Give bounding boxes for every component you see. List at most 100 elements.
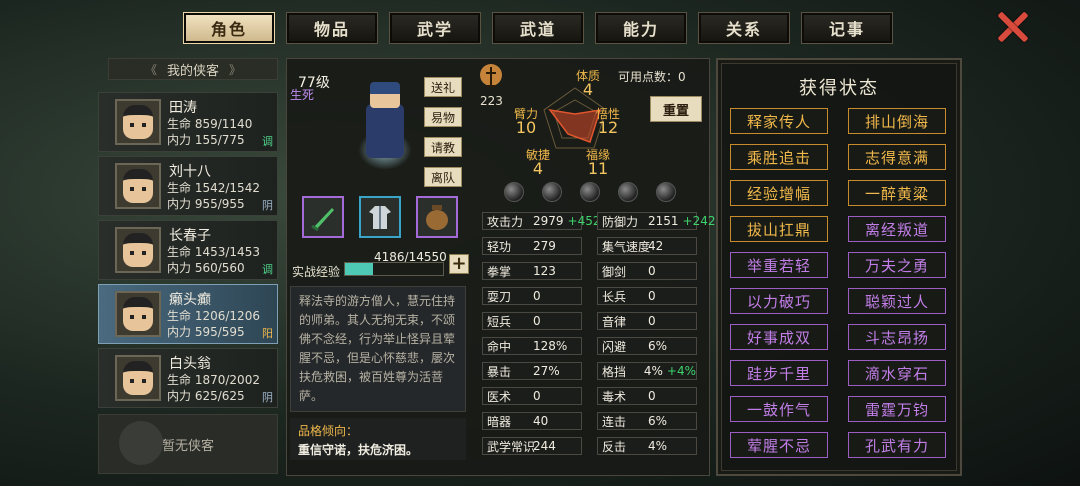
stat-value: 0 — [648, 389, 656, 403]
reset-button[interactable]: 重置 — [650, 96, 702, 122]
status-badge[interactable]: 聪颖过人 — [848, 288, 946, 314]
gem-slot-5[interactable] — [656, 182, 676, 202]
trade-button[interactable]: 易物 — [424, 107, 462, 127]
stat-name: 连击 — [602, 414, 627, 429]
hero-tag: 阳 — [262, 327, 273, 340]
hero-card[interactable]: 刘十八 生命 1542/1542 内力 955/955 阴 — [98, 156, 278, 216]
status-badge[interactable]: 志得意满 — [848, 144, 946, 170]
figure-icon — [480, 64, 502, 87]
robe-icon — [369, 206, 391, 229]
stat-row: 暴击 27% — [482, 362, 582, 380]
hp-label: 生命 — [167, 117, 192, 131]
avatar — [115, 291, 161, 337]
hp-label: 生命 — [167, 181, 192, 195]
status-badge[interactable]: 好事成双 — [730, 324, 828, 350]
status-badge[interactable]: 举重若轻 — [730, 252, 828, 278]
weapon-slot[interactable] — [302, 196, 344, 238]
character-sect: 生死 — [290, 88, 315, 102]
hero-card[interactable]: 长春子 生命 1453/1453 内力 560/560 调 — [98, 220, 278, 280]
right-arrow-icon[interactable]: 》 — [229, 61, 241, 78]
status-badge[interactable]: 跬步千里 — [730, 360, 828, 386]
mp-value: 155/775 — [194, 133, 245, 147]
stat-value: 0 — [648, 289, 656, 303]
trait-box: 品格倾向： 重信守诺，扶危济困。 — [290, 418, 466, 460]
hero-card[interactable]: 癞头癫 生命 1206/1206 内力 595/595 阳 — [98, 284, 278, 344]
tab-dao[interactable]: 武道 — [492, 12, 584, 44]
stat-value: 4% — [643, 364, 663, 378]
hp-label: 生命 — [167, 309, 192, 323]
gem-slot-3[interactable] — [580, 182, 600, 202]
status-badge[interactable]: 孔武有力 — [848, 432, 946, 458]
armor-slot[interactable] — [359, 196, 401, 238]
trait-text: 重信守诺，扶危济困。 — [298, 443, 419, 457]
stat-value: 279 — [533, 239, 556, 253]
tab-role[interactable]: 角色 — [183, 12, 275, 44]
stat-name: 集气速度 — [602, 239, 651, 254]
mp-label: 内力 — [167, 133, 192, 147]
hero-name: 田涛 — [169, 100, 197, 116]
status-title: 获得状态 — [799, 78, 879, 99]
hp-value: 1870/2002 — [194, 373, 260, 387]
stat-value: 0 — [648, 264, 656, 278]
stat-name: 暴击 — [487, 364, 512, 379]
stat-row: 反击 4% — [597, 437, 697, 455]
stat-name: 闪避 — [602, 339, 627, 354]
stat-row: 攻击力 2979 +452 — [482, 212, 601, 230]
tab-journal[interactable]: 记事 — [801, 12, 893, 44]
hero-card[interactable]: 白头翁 生命 1870/2002 内力 625/625 阴 — [98, 348, 278, 408]
gem-slot-1[interactable] — [504, 182, 524, 202]
portrait — [123, 105, 153, 139]
consult-button[interactable]: 请教 — [424, 137, 462, 157]
close-icon[interactable] — [994, 8, 1030, 44]
character-bio: 释法寺的游方僧人，慧元住持的师弟。其人无拘无束，不颂佛不念经，行为举止怪异且荤腥… — [290, 286, 466, 412]
left-arrow-icon[interactable]: 《 — [145, 61, 157, 78]
xp-label: 实战经验 — [292, 265, 341, 279]
stat-bonus: +242 — [682, 214, 716, 228]
stat-name: 武学常识 — [487, 439, 536, 454]
status-badge[interactable]: 拔山扛鼎 — [730, 216, 828, 242]
hero-list-header[interactable]: 《 我的侠客 》 — [108, 58, 278, 80]
hp-value: 1453/1453 — [194, 245, 260, 259]
status-badge[interactable]: 斗志昂扬 — [848, 324, 946, 350]
hero-card[interactable]: 田涛 生命 859/1140 内力 155/775 调 — [98, 92, 278, 152]
gem-slot-4[interactable] — [618, 182, 638, 202]
status-badge[interactable]: 排山倒海 — [848, 108, 946, 134]
stat-row: 毒术 0 — [597, 387, 697, 405]
stat-row: 集气速度 42 — [597, 237, 697, 255]
status-badge[interactable]: 万夫之勇 — [848, 252, 946, 278]
mp-label: 内力 — [167, 197, 192, 211]
item-slot[interactable] — [416, 196, 458, 238]
stat-value: 42 — [648, 239, 664, 253]
hero-hp: 生命 1206/1206 — [167, 307, 260, 324]
status-badge[interactable]: 荤腥不忌 — [730, 432, 828, 458]
status-badge[interactable]: 经验增幅 — [730, 180, 828, 206]
gift-button[interactable]: 送礼 — [424, 77, 462, 97]
hero-mp: 内力 625/625 — [167, 387, 245, 404]
avatar — [115, 163, 161, 209]
status-badge[interactable]: 雷霆万钧 — [848, 396, 946, 422]
stat-name: 长兵 — [602, 289, 627, 304]
empty-avatar-icon — [119, 421, 163, 465]
stat-name: 命中 — [487, 339, 512, 354]
tab-martial-arts[interactable]: 武学 — [389, 12, 481, 44]
stat-value: 4% — [648, 439, 668, 453]
stat-row: 连击 6% — [597, 412, 697, 430]
tab-relations[interactable]: 关系 — [698, 12, 790, 44]
gem-slot-2[interactable] — [542, 182, 562, 202]
status-badge[interactable]: 释家传人 — [730, 108, 828, 134]
stat-row: 轻功 279 — [482, 237, 582, 255]
status-badge[interactable]: 以力破巧 — [730, 288, 828, 314]
empty-hero-slot[interactable]: 暂无侠客 — [98, 414, 278, 474]
leave-party-button[interactable]: 离队 — [424, 167, 462, 187]
status-badge[interactable]: 一鼓作气 — [730, 396, 828, 422]
add-xp-button[interactable]: + — [449, 254, 469, 274]
status-badge[interactable]: 离经叛道 — [848, 216, 946, 242]
status-badge[interactable]: 乘胜追击 — [730, 144, 828, 170]
tab-items[interactable]: 物品 — [286, 12, 378, 44]
status-badge[interactable]: 一醉黄粱 — [848, 180, 946, 206]
available-points: 可用点数：0 — [618, 70, 686, 84]
tab-abilities[interactable]: 能力 — [595, 12, 687, 44]
stat-name: 音律 — [602, 314, 627, 329]
status-badge[interactable]: 滴水穿石 — [848, 360, 946, 386]
portrait — [123, 361, 153, 395]
